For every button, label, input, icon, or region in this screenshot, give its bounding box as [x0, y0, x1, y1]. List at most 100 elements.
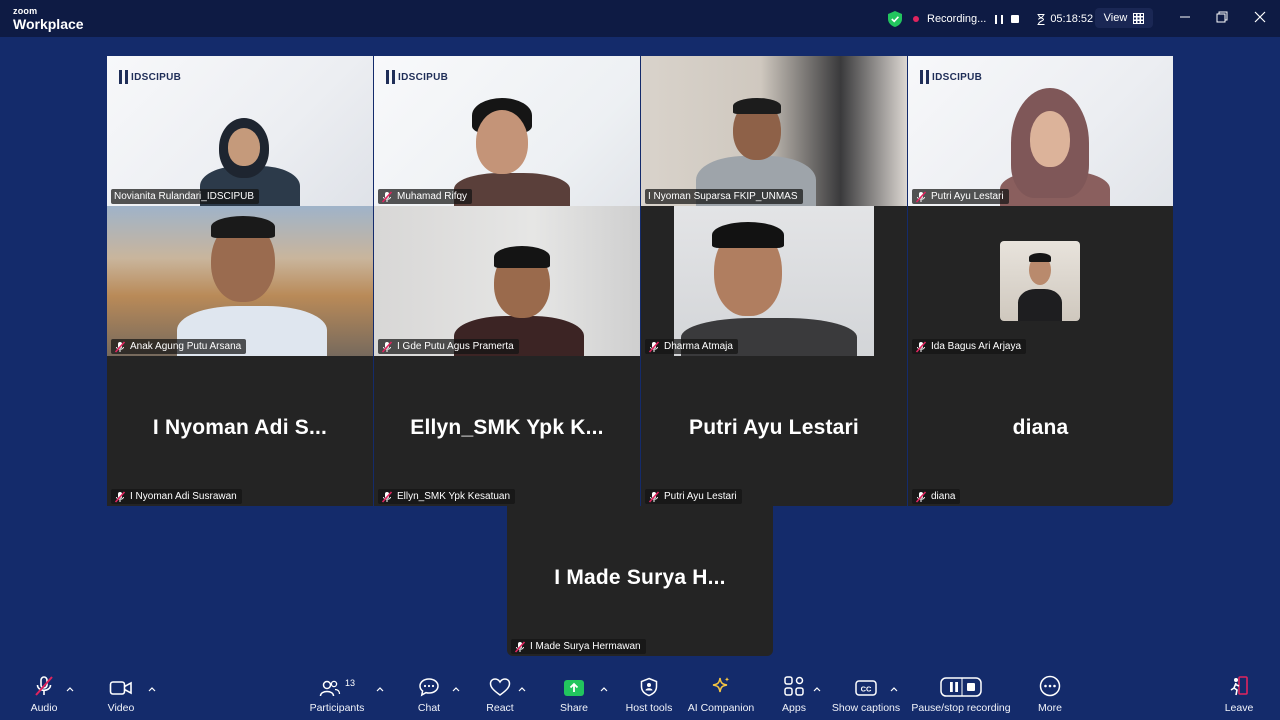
more-ellipsis-icon [1039, 675, 1061, 697]
chat-bubble-icon [419, 678, 439, 697]
participant-display-name: diana [1012, 416, 1069, 439]
react-button[interactable]: React [482, 671, 518, 720]
muted-mic-icon [114, 340, 126, 353]
host-tools-shield-icon [640, 677, 658, 697]
closed-captions-icon: CC [855, 680, 877, 696]
stop-icon [1011, 15, 1020, 23]
participant-name: Putri Ayu Lestari [645, 489, 742, 504]
participant-name: Dharma Atmaja [645, 339, 738, 354]
video-camera-icon [109, 681, 132, 695]
ai-companion-label: AI Companion [687, 702, 755, 714]
share-button[interactable]: Share [556, 671, 592, 720]
video-tile[interactable]: IDSCIPUB Putri Ayu Lestari [908, 56, 1173, 206]
person-hair [211, 216, 275, 238]
video-tile[interactable]: I Made Surya H... I Made Surya Hermawan [507, 506, 773, 656]
muted-mic-icon [648, 490, 660, 503]
captions-options-chevron-up-icon[interactable] [890, 685, 898, 693]
video-label: Video [107, 702, 135, 714]
leave-button[interactable]: Leave [1221, 671, 1257, 720]
idscipub-logo: IDSCIPUB [119, 70, 181, 84]
video-tile[interactable]: Ellyn_SMK Ypk K... Ellyn_SMK Ypk Kesatua… [374, 356, 640, 506]
zoom-workplace-logo: zoom Workplace [13, 6, 84, 32]
video-tile[interactable]: Ida Bagus Ari Arjaya [908, 206, 1173, 356]
muted-mic-icon [514, 640, 526, 653]
participant-name: I Nyoman Adi Susrawan [111, 489, 242, 504]
video-tile[interactable]: Anak Agung Putu Arsana [107, 206, 373, 356]
person-hair [494, 246, 550, 268]
video-tile[interactable]: IDSCIPUB Muhamad Rifqy [374, 56, 640, 206]
stop-recording-button[interactable] [1009, 13, 1021, 25]
pause-stop-recording-label: Pause/stop recording [911, 702, 1011, 714]
share-options-chevron-up-icon[interactable] [600, 685, 608, 693]
participant-name: Muhamad Rifqy [378, 189, 473, 204]
apps-button[interactable]: Apps [776, 671, 812, 720]
host-tools-label: Host tools [625, 702, 673, 714]
pause-icon [995, 14, 1004, 24]
participants-icon [319, 680, 341, 697]
participants-label: Participants [309, 702, 365, 714]
chat-label: Chat [417, 702, 441, 714]
participant-name: Ida Bagus Ari Arjaya [912, 339, 1027, 354]
show-captions-button[interactable]: CC Show captions [832, 671, 900, 720]
host-tools-button[interactable]: Host tools [624, 671, 674, 720]
chat-button[interactable]: Chat [411, 671, 447, 720]
pause-recording-button[interactable] [993, 13, 1005, 25]
apps-options-chevron-up-icon[interactable] [813, 685, 821, 693]
person-face [228, 128, 260, 166]
close-icon[interactable] [1253, 10, 1267, 24]
muted-mic-icon [381, 340, 393, 353]
hourglass-icon [1037, 13, 1045, 25]
muted-mic-icon [915, 340, 927, 353]
encryption-shield-icon[interactable] [888, 11, 902, 27]
video-tile[interactable]: Putri Ayu Lestari Putri Ayu Lestari [641, 356, 907, 506]
leave-door-icon [1230, 676, 1248, 696]
video-tile[interactable]: I Nyoman Adi S... I Nyoman Adi Susrawan [107, 356, 373, 506]
brand-big: Workplace [13, 16, 84, 32]
participant-name: Anak Agung Putu Arsana [111, 339, 247, 354]
video-tile[interactable]: IDSCIPUB Novianita Rulandari_IDSCIPUB [107, 56, 373, 206]
video-button[interactable]: Video [103, 671, 139, 720]
ai-sparkle-icon [712, 677, 730, 693]
video-tile[interactable]: I Gde Putu Agus Pramerta [374, 206, 640, 356]
participants-button[interactable]: 13 Participants [309, 671, 365, 720]
video-tile[interactable]: I Nyoman Suparsa FKIP_UNMAS [641, 56, 907, 206]
recording-label: Recording... [927, 13, 987, 25]
restore-icon[interactable] [1215, 10, 1229, 24]
audio-button[interactable]: Audio [26, 671, 62, 720]
chat-options-chevron-up-icon[interactable] [452, 685, 460, 693]
view-button[interactable]: View [1095, 8, 1153, 28]
participants-count: 13 [344, 678, 355, 688]
video-tile[interactable]: diana diana [908, 356, 1173, 506]
pause-stop-recording-button[interactable]: Pause/stop recording [911, 671, 1011, 720]
participant-name: I Nyoman Suparsa FKIP_UNMAS [645, 189, 803, 204]
participant-name: I Gde Putu Agus Pramerta [378, 339, 519, 354]
muted-mic-icon [381, 190, 393, 203]
muted-mic-icon [381, 490, 393, 503]
participants-options-chevron-up-icon[interactable] [376, 685, 384, 693]
muted-mic-icon [648, 340, 660, 353]
share-label: Share [559, 702, 589, 714]
svg-text:CC: CC [861, 685, 872, 694]
audio-options-chevron-up-icon[interactable] [66, 685, 74, 693]
minimize-icon[interactable] [1178, 10, 1192, 24]
grid-icon [1133, 12, 1145, 24]
leave-label: Leave [1224, 702, 1254, 714]
participant-display-name: Putri Ayu Lestari [689, 416, 859, 439]
muted-mic-icon [915, 490, 927, 503]
profile-avatar [1000, 241, 1080, 321]
video-options-chevron-up-icon[interactable] [148, 685, 156, 693]
participant-display-name: I Made Surya H... [554, 566, 726, 589]
person-hair [733, 98, 781, 114]
pause-stop-recording-icon [940, 677, 982, 697]
idscipub-logo: IDSCIPUB [920, 70, 982, 84]
ai-companion-button[interactable]: AI Companion [688, 671, 754, 720]
more-label: More [1038, 702, 1062, 714]
share-screen-icon [564, 680, 584, 696]
more-button[interactable]: More [1032, 671, 1068, 720]
participant-name: Putri Ayu Lestari [912, 189, 1009, 204]
react-options-chevron-up-icon[interactable] [518, 685, 526, 693]
brand-small: zoom [13, 6, 38, 16]
video-tile[interactable]: Dharma Atmaja [641, 206, 907, 356]
timer-value: 05:18:52 [1050, 13, 1094, 25]
recording-status: Recording... 05:18:52 [888, 10, 1112, 28]
